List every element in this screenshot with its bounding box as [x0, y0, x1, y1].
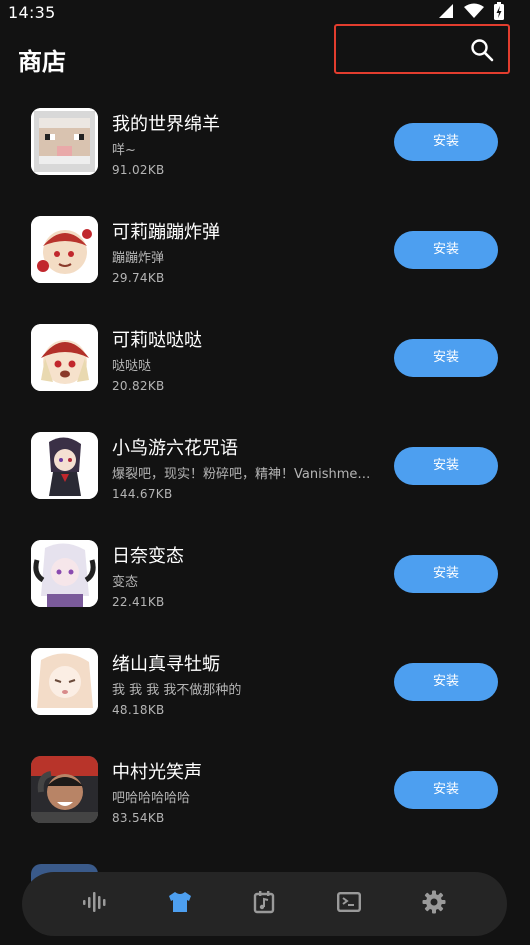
install-button[interactable]: 安装: [394, 231, 498, 269]
install-button[interactable]: 安装: [394, 447, 498, 485]
nav-settings[interactable]: [420, 890, 448, 918]
list-item: 绪山真寻牡蛎 我 我 我 我不做那种的 48.18KB 安装: [0, 628, 530, 736]
install-button[interactable]: 安装: [394, 339, 498, 377]
list-item: 可莉哒哒哒 哒哒哒 20.82KB 安装: [0, 304, 530, 412]
app-description: 蹦蹦炸弹: [112, 251, 165, 266]
list-item: 日奈变态 变态 22.41KB 安装: [0, 520, 530, 628]
app-name: 中村光笑声: [112, 762, 202, 783]
app-size: 83.54KB: [112, 811, 165, 825]
gear-icon[interactable]: [422, 890, 446, 918]
app-size: 48.18KB: [112, 703, 165, 717]
terminal-icon[interactable]: [337, 892, 362, 916]
rikka-avatar-icon: [31, 432, 98, 499]
app-name: 可莉哒哒哒: [112, 330, 202, 351]
hina-avatar-icon: [31, 540, 98, 607]
app-description: 变态: [112, 575, 139, 590]
list-item: 我的世界绵羊 咩~ 91.02KB 安装: [0, 88, 530, 196]
app-name: 可莉蹦蹦炸弹: [112, 222, 220, 243]
wifi-icon: [464, 3, 484, 23]
list-item: 可莉蹦蹦炸弹 蹦蹦炸弹 29.74KB 安装: [0, 196, 530, 304]
app-name: 绪山真寻牡蛎: [112, 654, 220, 675]
header: 商店: [0, 24, 530, 88]
status-icons: [438, 2, 504, 24]
app-description: 爆裂吧，现实！粉碎吧，精神！Vanishment This World！: [112, 467, 374, 482]
install-button[interactable]: 安装: [394, 555, 498, 593]
page-title: 商店: [18, 48, 66, 76]
music-calendar-icon[interactable]: [253, 890, 275, 918]
app-description: 哒哒哒: [112, 359, 152, 374]
nav-store[interactable]: [166, 890, 194, 918]
shirt-icon[interactable]: [168, 891, 192, 917]
app-size: 22.41KB: [112, 595, 165, 609]
nav-schedule[interactable]: [250, 890, 278, 918]
status-time: 14:35: [8, 3, 56, 22]
klee-avatar-icon: [31, 324, 98, 391]
list-item: 中村光笑声 吧哈哈哈哈哈 83.54KB 安装: [0, 736, 530, 844]
battery-icon: [494, 2, 504, 24]
list-item: 小鸟游六花咒语 爆裂吧，现实！粉碎吧，精神！Vanishment This Wo…: [0, 412, 530, 520]
search-input[interactable]: [334, 24, 510, 74]
install-button[interactable]: 安装: [394, 771, 498, 809]
bottom-nav: [22, 872, 507, 936]
signal-icon: [438, 3, 454, 23]
laughing-man-avatar-icon: [31, 756, 98, 823]
mahiro-avatar-icon: [31, 648, 98, 715]
status-bar: 14:35: [0, 0, 530, 26]
nav-terminal[interactable]: [335, 890, 363, 918]
audio-wave-icon[interactable]: [82, 891, 108, 917]
search-icon[interactable]: [470, 38, 494, 66]
app-name: 我的世界绵羊: [112, 114, 220, 135]
app-size: 29.74KB: [112, 271, 165, 285]
install-button[interactable]: 安装: [394, 663, 498, 701]
app-name: 日奈变态: [112, 546, 184, 567]
app-name: 小鸟游六花咒语: [112, 438, 238, 459]
klee-bomb-avatar-icon: [31, 216, 98, 283]
nav-audio[interactable]: [81, 890, 109, 918]
app-size: 144.67KB: [112, 487, 173, 501]
app-size: 91.02KB: [112, 163, 165, 177]
app-description: 我 我 我 我不做那种的: [112, 683, 242, 698]
app-description: 咩~: [112, 143, 136, 158]
app-size: 20.82KB: [112, 379, 165, 393]
sheep-avatar-icon: [31, 108, 98, 175]
app-description: 吧哈哈哈哈哈: [112, 791, 191, 806]
install-button[interactable]: 安装: [394, 123, 498, 161]
